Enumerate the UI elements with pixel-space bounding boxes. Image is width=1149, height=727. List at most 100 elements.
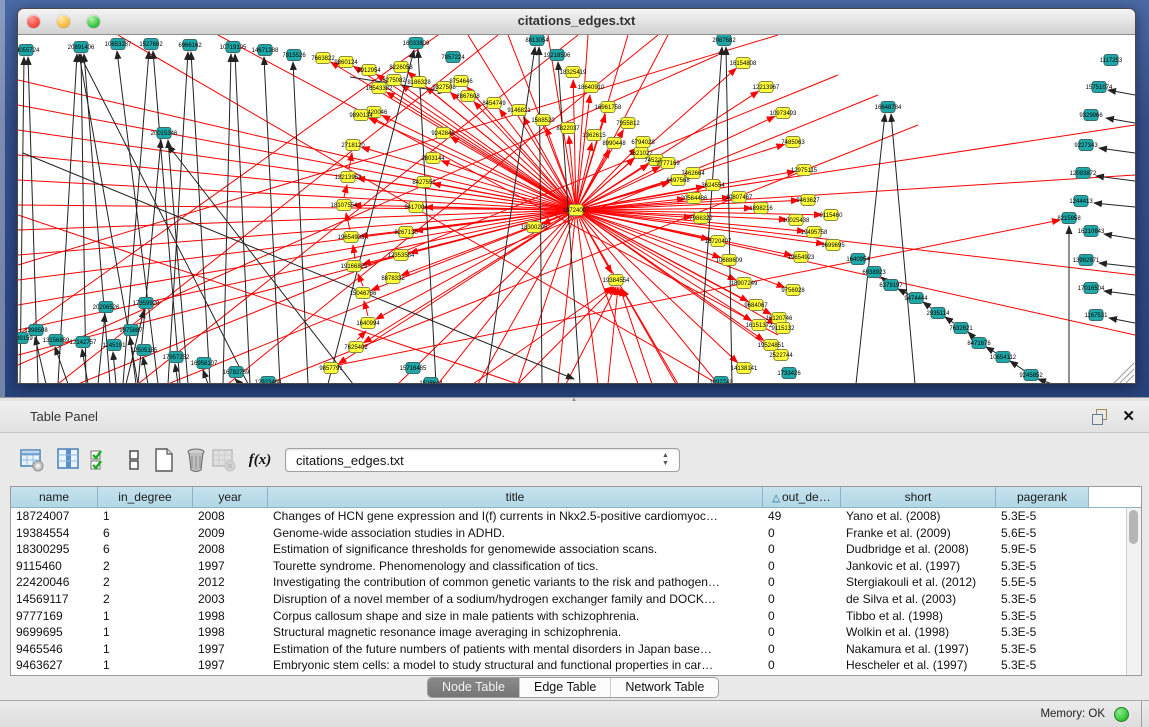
column-header-name[interactable]: name bbox=[11, 487, 98, 508]
memory-ok-indicator[interactable] bbox=[1114, 707, 1129, 722]
graph-node[interactable]: 10973493 bbox=[770, 108, 797, 119]
graph-node[interactable]: 6966162 bbox=[178, 40, 202, 51]
graph-node[interactable]: 10688609 bbox=[716, 255, 743, 266]
graph-node[interactable]: 1117253 bbox=[1100, 55, 1123, 66]
table-row[interactable]: 1456911722003Disruption of a novel membe… bbox=[11, 591, 1119, 608]
graph-node[interactable]: 16961758 bbox=[595, 102, 622, 113]
graph-node[interactable]: 7955812 bbox=[616, 118, 640, 129]
graph-node[interactable]: 9756928 bbox=[781, 285, 805, 296]
graph-node[interactable]: 19654923 bbox=[788, 252, 815, 263]
graph-node[interactable]: 6379197 bbox=[879, 280, 903, 291]
graph-node[interactable]: 10654112 bbox=[990, 352, 1017, 363]
graph-node[interactable]: 1167531 bbox=[1085, 310, 1109, 321]
graph-node[interactable]: 14055724 bbox=[18, 45, 40, 56]
graph-node[interactable]: 19495758 bbox=[801, 227, 828, 238]
graph-node[interactable]: 1145191 bbox=[103, 340, 127, 351]
graph-node[interactable]: 13156869 bbox=[43, 335, 70, 346]
graph-node[interactable]: 8186328 bbox=[407, 77, 431, 88]
graph-node[interactable]: 2718120 bbox=[341, 140, 365, 151]
table-selector-dropdown[interactable]: citations_edges.txt ▲▼ bbox=[285, 448, 680, 472]
graph-node[interactable]: 18640910 bbox=[578, 82, 605, 93]
function-builder-icon[interactable]: f(x) bbox=[246, 445, 274, 475]
graph-node[interactable]: 1640954 bbox=[846, 254, 870, 265]
graph-node[interactable]: 8454749 bbox=[482, 98, 506, 109]
graph-node[interactable]: 17359928 bbox=[133, 298, 160, 309]
graph-node[interactable]: 9227343 bbox=[1074, 140, 1098, 151]
graph-node[interactable]: 8813054 bbox=[525, 35, 549, 46]
graph-node[interactable]: 9329966 bbox=[1079, 110, 1103, 121]
graph-node[interactable]: 1898216 bbox=[749, 203, 773, 214]
tab-network-table[interactable]: Network Table bbox=[611, 678, 718, 697]
tab-node-table[interactable]: Node Table bbox=[428, 678, 520, 697]
graph-node[interactable]: 7815526 bbox=[282, 50, 306, 61]
graph-node[interactable]: 7857224 bbox=[441, 52, 465, 63]
graph-node[interactable]: 13992971 bbox=[1073, 255, 1100, 266]
graph-node[interactable]: 12142757 bbox=[70, 337, 97, 348]
graph-node[interactable]: 9860124 bbox=[334, 57, 358, 68]
graph-node[interactable]: 9245852 bbox=[1019, 370, 1043, 381]
graph-node[interactable]: 7663822 bbox=[311, 53, 335, 64]
graph-node[interactable]: 8754646 bbox=[449, 76, 473, 87]
float-panel-icon[interactable] bbox=[1092, 409, 1107, 424]
graph-node[interactable]: 19524851 bbox=[758, 340, 785, 351]
table-row[interactable]: 2242004622012Investigating the contribut… bbox=[11, 574, 1119, 591]
dropdown-stepper-icon[interactable]: ▲▼ bbox=[660, 452, 671, 470]
graph-node[interactable]: 1528644 bbox=[419, 378, 443, 385]
graph-node[interactable]: 3624554 bbox=[701, 180, 725, 191]
graph-node[interactable]: 12213963 bbox=[335, 172, 362, 183]
table-vertical-scrollbar[interactable] bbox=[1126, 508, 1141, 675]
graph-node[interactable]: 2522744 bbox=[769, 350, 793, 361]
graph-node[interactable]: 16154808 bbox=[730, 58, 757, 69]
graph-node[interactable]: 9146821 bbox=[507, 105, 531, 116]
new-table-icon[interactable] bbox=[150, 445, 178, 475]
table-row[interactable]: 946362711997Embryonic stem cells: a mode… bbox=[11, 657, 1119, 674]
graph-node[interactable]: 2803144 bbox=[421, 153, 445, 164]
graph-node[interactable]: 14138141 bbox=[731, 363, 758, 374]
graph-node[interactable]: 8878332 bbox=[381, 273, 405, 284]
graph-node[interactable]: 1733426 bbox=[777, 368, 801, 379]
row-boxes-icon[interactable] bbox=[120, 445, 148, 475]
column-header-short[interactable]: short bbox=[841, 487, 996, 508]
graph-node[interactable]: 18325419 bbox=[560, 67, 587, 78]
graph-node[interactable]: 15751074 bbox=[1086, 82, 1113, 93]
graph-node[interactable]: 7625402 bbox=[344, 342, 368, 353]
table-row[interactable]: 969969511998Structural magnetic resonanc… bbox=[11, 624, 1119, 641]
graph-node[interactable]: 8427552 bbox=[412, 177, 436, 188]
graph-node[interactable]: 15716485 bbox=[400, 363, 427, 374]
graph-node[interactable]: 16958107 bbox=[191, 358, 218, 369]
graph-node[interactable]: 20206526 bbox=[93, 302, 120, 313]
graph-node[interactable]: 12093872 bbox=[1070, 168, 1097, 179]
graph-node[interactable]: 6938923 bbox=[862, 267, 886, 278]
graph-node[interactable]: 17016504 bbox=[1078, 283, 1105, 294]
graph-node[interactable]: 8226058 bbox=[389, 62, 413, 73]
close-panel-icon[interactable]: ✕ bbox=[1122, 407, 1135, 425]
tab-edge-table[interactable]: Edge Table bbox=[520, 678, 611, 697]
graph-node[interactable]: 8215958 bbox=[1057, 213, 1081, 224]
graph-node[interactable]: 12923468 bbox=[255, 377, 282, 385]
graph-node[interactable]: 10025438 bbox=[783, 215, 810, 226]
select-columns-icon[interactable] bbox=[55, 445, 83, 475]
graph-node[interactable]: 14671388 bbox=[252, 45, 279, 56]
table-row[interactable]: 1938455462009Genome-wide association stu… bbox=[11, 525, 1119, 542]
table-row[interactable]: 1872400712008Changes of HCN gene express… bbox=[11, 508, 1119, 525]
graph-node[interactable]: 1588520 bbox=[531, 115, 555, 126]
column-header-in_degree[interactable]: in_degree bbox=[98, 487, 193, 508]
graph-node[interactable]: 20015346 bbox=[151, 128, 178, 139]
network-canvas[interactable]: 1872400718300295193845547663822986012489… bbox=[18, 35, 1135, 384]
table-row[interactable]: 977716911998Corpus callosum shape and si… bbox=[11, 608, 1119, 625]
graph-node[interactable]: 8990448 bbox=[602, 138, 626, 149]
graph-node[interactable]: 7632621 bbox=[949, 323, 973, 334]
graph-node[interactable]: 8267130 bbox=[394, 227, 418, 238]
graph-node[interactable]: 16120746 bbox=[766, 313, 793, 324]
table-row[interactable]: 946554611997Estimation of the future num… bbox=[11, 641, 1119, 658]
graph-node[interactable]: 6794028 bbox=[631, 137, 655, 148]
graph-node[interactable]: 16033809 bbox=[403, 38, 430, 49]
column-header-out_de[interactable]: △out_de… bbox=[763, 487, 841, 508]
graph-node[interactable]: 20891406 bbox=[68, 42, 95, 53]
graph-node[interactable]: 19166825 bbox=[341, 261, 368, 272]
graph-node[interactable]: 19218596 bbox=[544, 50, 571, 61]
graph-node[interactable]: 10653287 bbox=[105, 39, 132, 50]
graph-node[interactable]: 20564486 bbox=[681, 193, 708, 204]
column-header-year[interactable]: year bbox=[193, 487, 268, 508]
network-window-titlebar[interactable]: citations_edges.txt bbox=[18, 9, 1135, 35]
